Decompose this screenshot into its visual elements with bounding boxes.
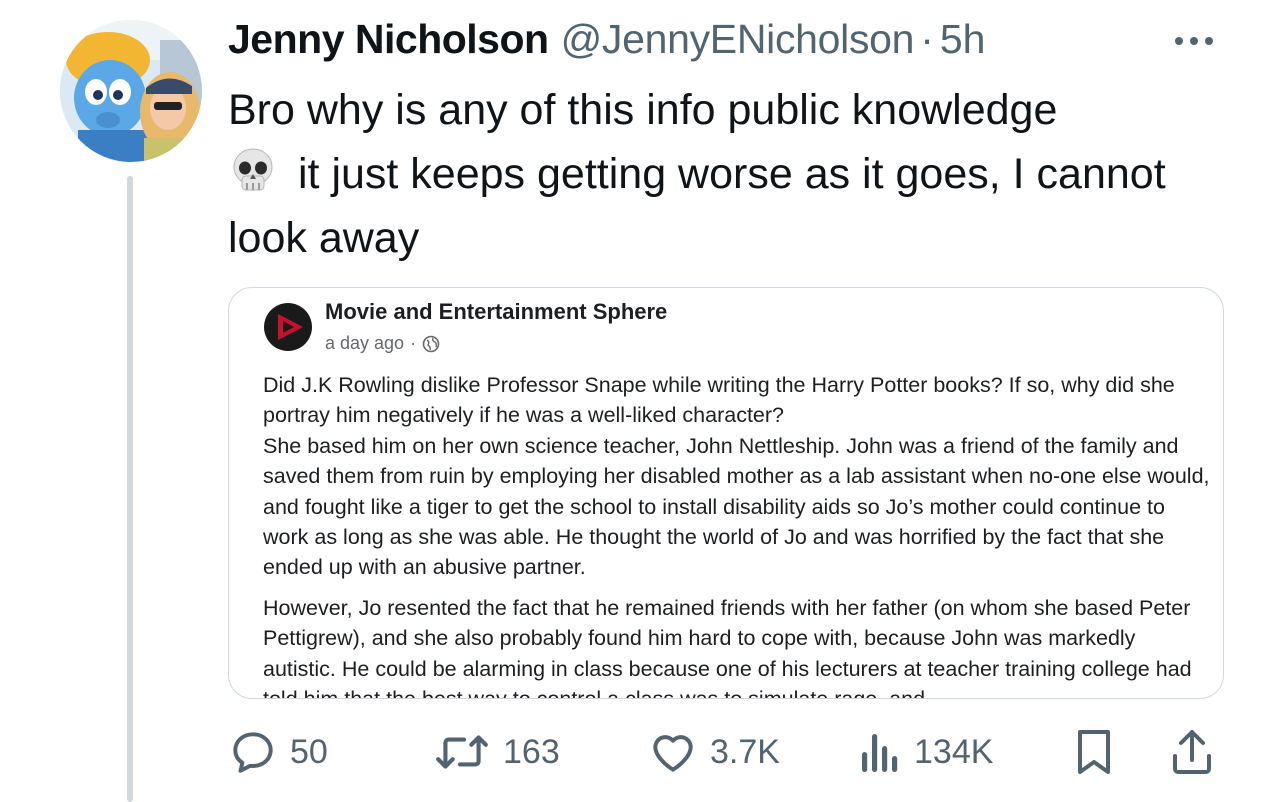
author-name[interactable]: Jenny Nicholson [228,16,549,63]
attached-image[interactable]: Movie and Entertainment Sphere a day ago… [228,287,1224,699]
post-body: Did J.K Rowling dislike Professor Snape … [263,370,1213,698]
tweet-text-part1: Bro why is any of this info public knowl… [228,86,1058,134]
post-meta: a day ago · [325,333,440,354]
reply-icon [233,732,273,773]
tweet-text-part2: it just keeps getting worse as it goes, … [228,150,1166,262]
meta-separator: · [410,333,417,353]
bookmark-button[interactable] [1070,722,1118,782]
bookmark-icon [1078,730,1110,774]
post-time: a day ago [325,333,405,353]
post-paragraph: She based him on her own science teacher… [263,433,1210,580]
post-paragraph: Did J.K Rowling dislike Professor Snape … [263,373,1175,428]
reply-count: 50 [290,732,328,771]
tweet-header: Jenny Nicholson @JennyENicholson · 5h [228,16,985,68]
page-name: Movie and Entertainment Sphere [325,299,668,324]
repost-count: 163 [503,732,560,771]
tweet-text: Bro why is any of this info public knowl… [228,78,1228,270]
more-dot-icon [1190,37,1198,45]
reply-button[interactable]: 50 [228,722,328,782]
avatar-image [60,20,202,162]
share-icon [1173,730,1211,774]
thread-line [127,176,133,802]
more-dot-icon [1175,37,1183,45]
repost-icon [436,735,488,769]
more-dot-icon [1205,37,1213,45]
like-count: 3.7K [710,732,780,771]
share-button[interactable] [1168,722,1216,782]
heart-icon [653,735,693,772]
play-logo-icon [264,303,312,351]
views-button[interactable]: 134K [858,722,993,782]
repost-button[interactable]: 163 [433,722,560,782]
tweet-time[interactable]: 5h [940,16,986,63]
author-avatar[interactable] [60,20,202,162]
globe-icon [422,335,440,352]
views-chart-icon [862,734,898,772]
skull-emoji-icon [233,148,273,191]
header-separator: · [920,16,934,62]
action-bar: 50 163 3.7K 134K [228,722,1224,782]
post-paragraph: However, Jo resented the fact that he re… [263,595,1192,698]
like-button[interactable]: 3.7K [648,722,780,782]
more-options-button[interactable] [1168,26,1220,56]
views-count: 134K [914,732,994,771]
author-handle[interactable]: @JennyENicholson [561,16,915,63]
